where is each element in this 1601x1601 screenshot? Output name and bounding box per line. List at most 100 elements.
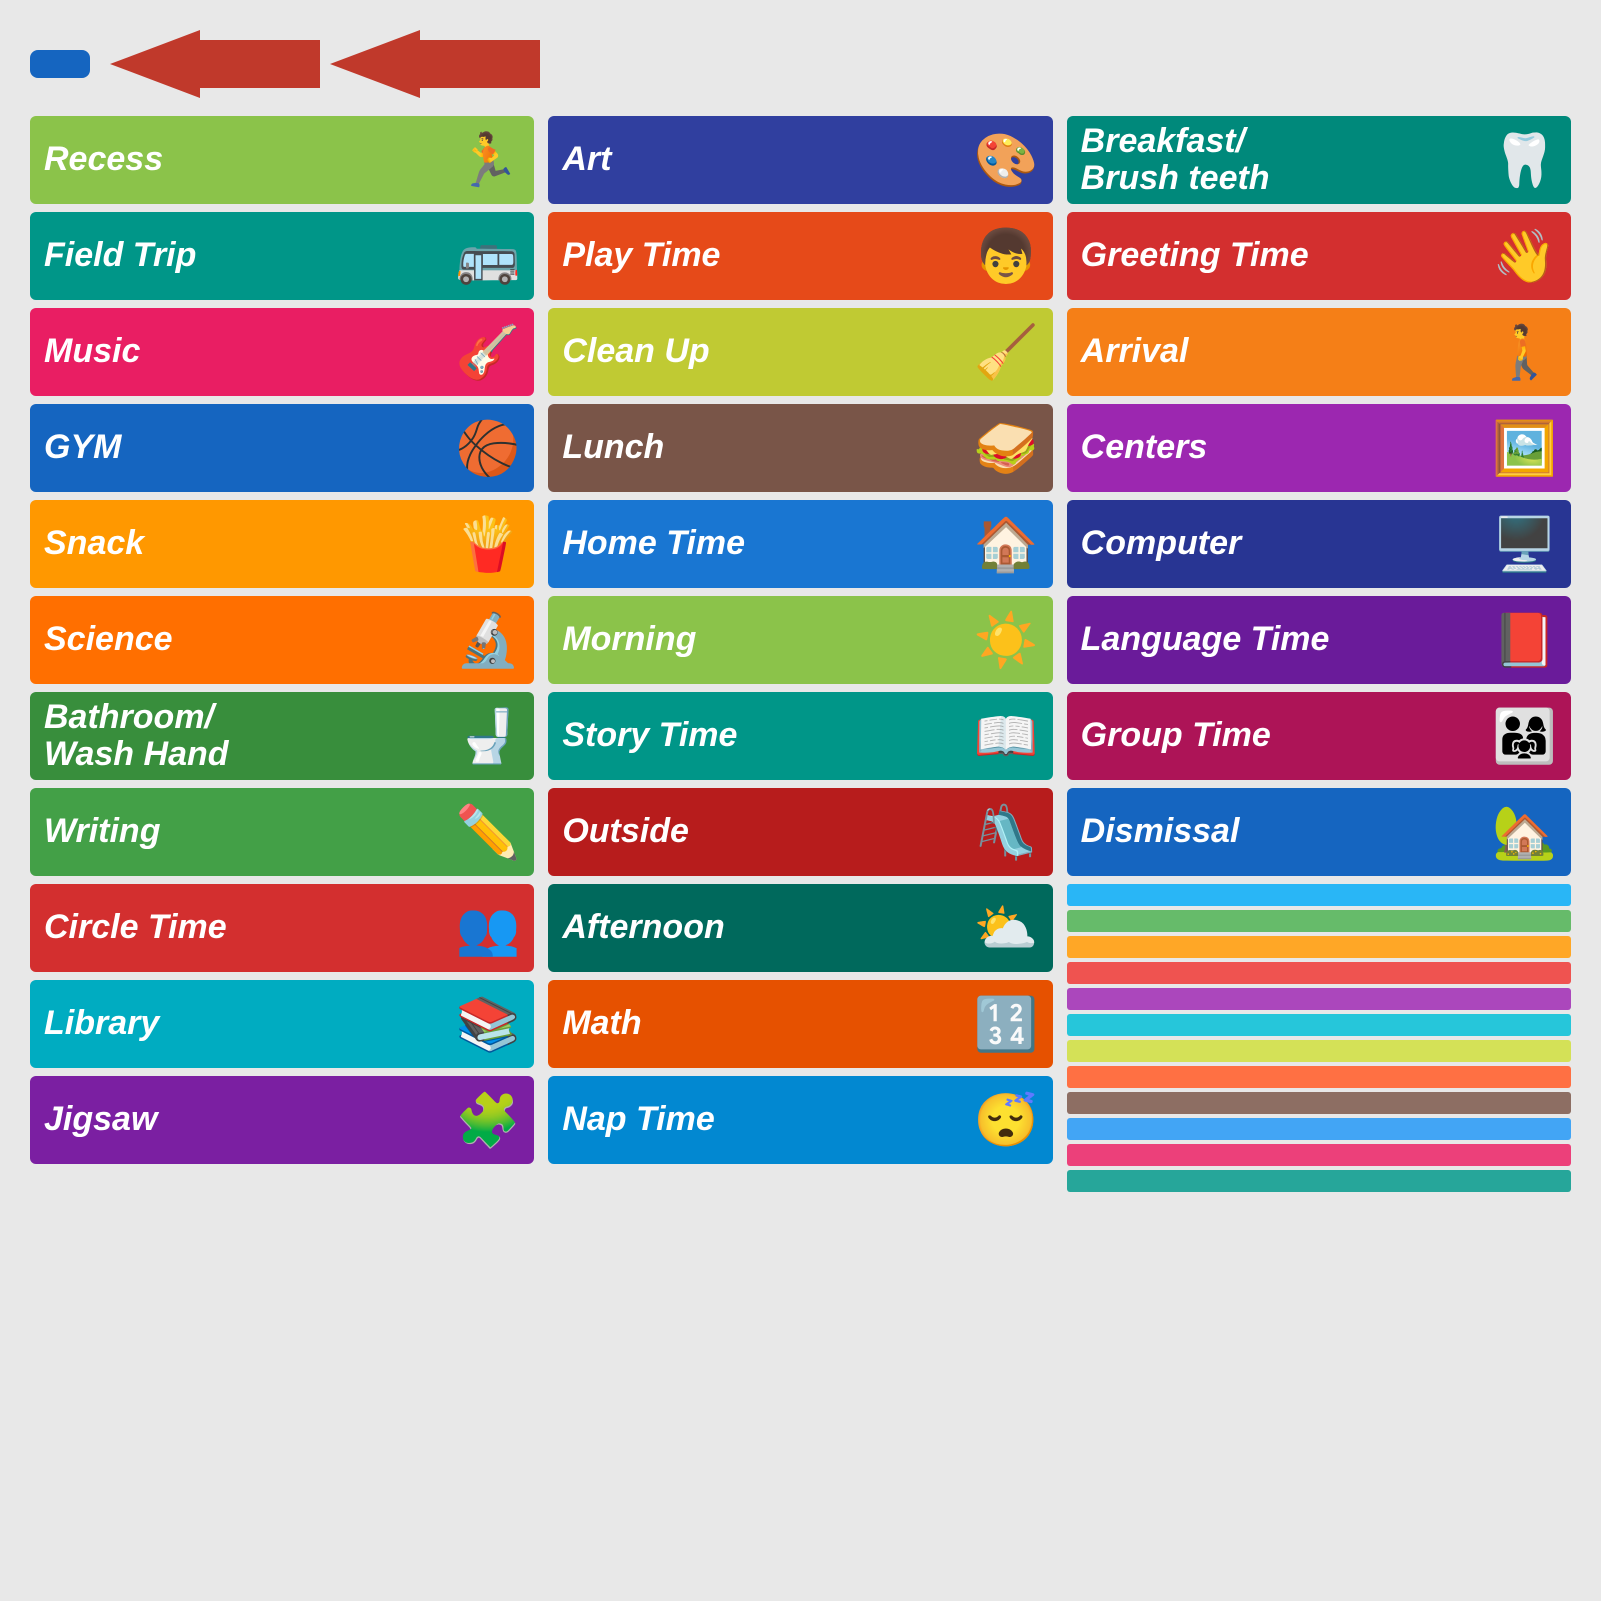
column-3: Breakfast/ Brush teeth🦷 Greeting Time👋 Arr… [1067,116,1571,1192]
schedule-card: Home Time🏠 [548,500,1052,588]
card-label: Centers [1081,429,1485,466]
color-strip [1067,936,1571,958]
schedule-card: Art🎨 [548,116,1052,204]
card-icon: 🏡 [1492,802,1557,863]
card-label: Language Time [1081,621,1485,658]
arrows-container [110,30,540,98]
color-strip [1067,962,1571,984]
schedule-card: Arrival🚶 [1067,308,1571,396]
card-icon: 👨‍👩‍👧 [1492,706,1557,767]
card-label: Bathroom/ Wash Hand [44,699,448,774]
schedule-card: Story Time📖 [548,692,1052,780]
schedule-card: Breakfast/ Brush teeth🦷 [1067,116,1571,204]
card-icon: 👥 [456,898,521,959]
card-icon: 🧹 [974,322,1039,383]
card-label: Snack [44,525,448,562]
arrow-left-2 [330,30,540,98]
color-strip [1067,910,1571,932]
schedule-card: Circle Time👥 [30,884,534,972]
color-strip [1067,1014,1571,1036]
card-label: Dismissal [1081,813,1485,850]
card-label: Afternoon [562,909,966,946]
schedule-card: Outside🛝 [548,788,1052,876]
card-icon: 🖥️ [1492,514,1557,575]
card-icon: 😴 [974,1090,1039,1151]
schedule-card: Writing✏️ [30,788,534,876]
card-icon: 📖 [974,706,1039,767]
card-label: Play Time [562,237,966,274]
card-label: Art [562,141,966,178]
card-icon: 🍟 [456,514,521,575]
color-strip [1067,988,1571,1010]
schedule-card: Dismissal🏡 [1067,788,1571,876]
card-icon: 🔢 [974,994,1039,1055]
card-icon: 🏃 [456,130,521,191]
card-icon: ⛅ [974,898,1039,959]
card-label: Writing [44,813,448,850]
color-strip [1067,1118,1571,1140]
schedule-card: Recess🏃 [30,116,534,204]
card-icon: 👋 [1492,226,1557,287]
card-label: Clean Up [562,333,966,370]
color-strip [1067,884,1571,906]
schedule-card: Science🔬 [30,596,534,684]
card-label: Math [562,1005,966,1042]
schedule-card: GYM🏀 [30,404,534,492]
schedule-card: Afternoon⛅ [548,884,1052,972]
card-label: Library [44,1005,448,1042]
card-label: GYM [44,429,448,466]
card-icon: 🚽 [456,706,521,767]
card-icon: 🎸 [456,322,521,383]
card-label: Nap Time [562,1101,966,1138]
card-icon: 🔬 [456,610,521,671]
card-label: Story Time [562,717,966,754]
card-label: Computer [1081,525,1485,562]
schedule-card: Lunch🥪 [548,404,1052,492]
schedule-card: Library📚 [30,980,534,1068]
schedule-card: Clean Up🧹 [548,308,1052,396]
card-label: Outside [562,813,966,850]
card-label: Field Trip [44,237,448,274]
card-label: Home Time [562,525,966,562]
schedule-card: Music🎸 [30,308,534,396]
card-label: Jigsaw [44,1101,448,1138]
schedule-card: Snack🍟 [30,500,534,588]
card-label: Music [44,333,448,370]
card-label: Circle Time [44,909,448,946]
schedule-card: Nap Time😴 [548,1076,1052,1164]
card-icon: 🏀 [456,418,521,479]
header-area [30,30,1571,98]
card-label: Recess [44,141,448,178]
color-strip [1067,1066,1571,1088]
card-label: Morning [562,621,966,658]
card-icon: 🛝 [974,802,1039,863]
schedule-card: Play Time👦 [548,212,1052,300]
column-1: Recess🏃Field Trip🚌Music🎸GYM🏀Snack🍟Scienc… [30,116,534,1192]
schedule-card: Math🔢 [548,980,1052,1068]
card-icon: ✏️ [456,802,521,863]
card-icon: 🥪 [974,418,1039,479]
card-icon: 📕 [1492,610,1557,671]
schedule-card: Group Time👨‍👩‍👧 [1067,692,1571,780]
card-icon: 🚌 [456,226,521,287]
color-strips [1067,884,1571,1192]
arrow-left-1 [110,30,320,98]
card-icon: 🎨 [974,130,1039,191]
card-icon: 🚶 [1492,322,1557,383]
main-grid: Recess🏃Field Trip🚌Music🎸GYM🏀Snack🍟Scienc… [30,116,1571,1192]
card-icon: 🖼️ [1492,418,1557,479]
card-icon: 🦷 [1492,130,1557,191]
card-label: Lunch [562,429,966,466]
card-label: Greeting Time [1081,237,1485,274]
schedule-card: Field Trip🚌 [30,212,534,300]
schedule-card: Morning☀️ [548,596,1052,684]
card-icon: 🧩 [456,1090,521,1151]
schedule-card: Jigsaw🧩 [30,1076,534,1164]
card-icon: ☀️ [974,610,1039,671]
title-box [30,50,90,78]
card-icon: 📚 [456,994,521,1055]
schedule-card: Centers🖼️ [1067,404,1571,492]
card-label: Science [44,621,448,658]
color-strip [1067,1170,1571,1192]
card-label: Group Time [1081,717,1485,754]
